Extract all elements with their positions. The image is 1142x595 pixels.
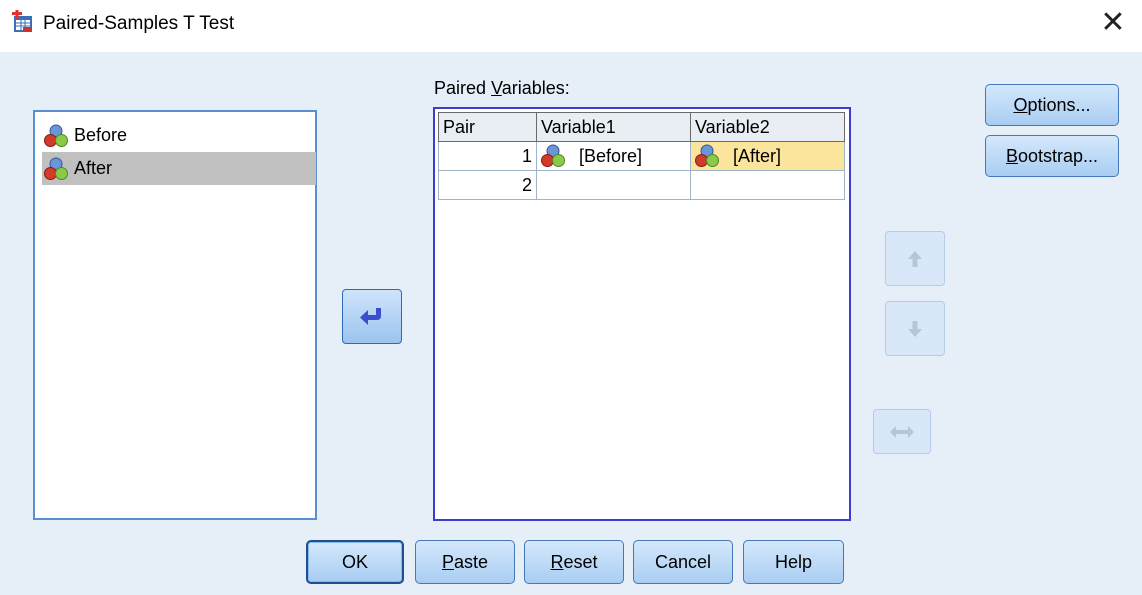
app-icon <box>12 10 32 32</box>
variable2-cell[interactable]: [After] <box>690 141 845 171</box>
source-variable-list[interactable]: Before After <box>33 110 317 520</box>
table-header-row: Pair Variable1 Variable2 <box>438 112 845 142</box>
arrow-down-icon <box>908 320 922 337</box>
help-button[interactable]: Help <box>743 540 844 584</box>
pair-number-cell: 1 <box>438 141 537 171</box>
reset-button[interactable]: Reset <box>524 540 624 584</box>
scale-variable-icon <box>695 144 719 167</box>
arrow-up-icon <box>908 250 922 267</box>
table-row[interactable]: 2 <box>438 170 845 200</box>
swap-arrows-icon <box>890 425 914 438</box>
close-icon[interactable]: ✕ <box>1098 6 1128 40</box>
variable2-value: [After] <box>733 145 782 166</box>
button-label: ptions... <box>1027 94 1091 115</box>
ok-button[interactable]: OK <box>306 540 404 584</box>
options-button[interactable]: Options... <box>985 84 1119 126</box>
bootstrap-button[interactable]: Bootstrap... <box>985 135 1119 177</box>
variable1-cell[interactable]: [Before] <box>536 141 691 171</box>
column-header-variable2[interactable]: Variable2 <box>690 112 845 142</box>
scale-variable-icon <box>541 144 565 167</box>
button-label: Cancel <box>654 551 712 572</box>
list-item-before[interactable]: Before <box>42 119 316 152</box>
scale-variable-icon <box>44 157 68 180</box>
mnemonic-letter: B <box>1005 145 1018 166</box>
list-item-after[interactable]: After <box>42 152 316 185</box>
column-header-variable1[interactable]: Variable1 <box>536 112 691 142</box>
swap-variables-button[interactable] <box>873 409 931 454</box>
move-up-button[interactable] <box>885 231 945 286</box>
list-item-label: After <box>74 158 113 178</box>
move-down-button[interactable] <box>885 301 945 356</box>
button-label: Help <box>774 551 813 572</box>
paste-button[interactable]: Paste <box>415 540 515 584</box>
button-label: ootstrap... <box>1017 145 1099 166</box>
label-mnemonic: V <box>491 78 502 98</box>
pair-number-cell: 2 <box>438 170 537 200</box>
scale-variable-icon <box>44 124 68 147</box>
title-bar: Paired-Samples T Test ✕ <box>0 0 1142 52</box>
move-variable-button[interactable] <box>342 289 402 344</box>
variable1-cell[interactable] <box>536 170 691 200</box>
list-item-label: Before <box>74 125 128 145</box>
label-text-post: ariables: <box>501 78 570 98</box>
table-row[interactable]: 1 [Before] [After] <box>438 141 845 171</box>
button-label: OK <box>341 551 368 572</box>
mnemonic-letter: P <box>441 551 454 572</box>
pairs-table: Pair Variable1 Variable2 1 [Before] [Aft… <box>438 112 845 200</box>
mnemonic-letter: R <box>550 551 564 572</box>
column-header-pair[interactable]: Pair <box>438 112 537 142</box>
button-label: aste <box>453 551 489 572</box>
window-title: Paired-Samples T Test <box>43 13 235 34</box>
paired-variables-grid[interactable]: Pair Variable1 Variable2 1 [Before] [Aft… <box>433 107 851 521</box>
move-left-arrow-icon <box>360 307 381 325</box>
paired-variables-label: Paired Variables: <box>434 78 570 99</box>
cancel-button[interactable]: Cancel <box>633 540 733 584</box>
button-label: eset <box>563 551 598 572</box>
variable1-value: [Before] <box>579 145 643 166</box>
label-text-pre: Paired <box>434 78 492 98</box>
mnemonic-letter: O <box>1013 94 1028 115</box>
variable2-cell[interactable] <box>690 170 845 200</box>
